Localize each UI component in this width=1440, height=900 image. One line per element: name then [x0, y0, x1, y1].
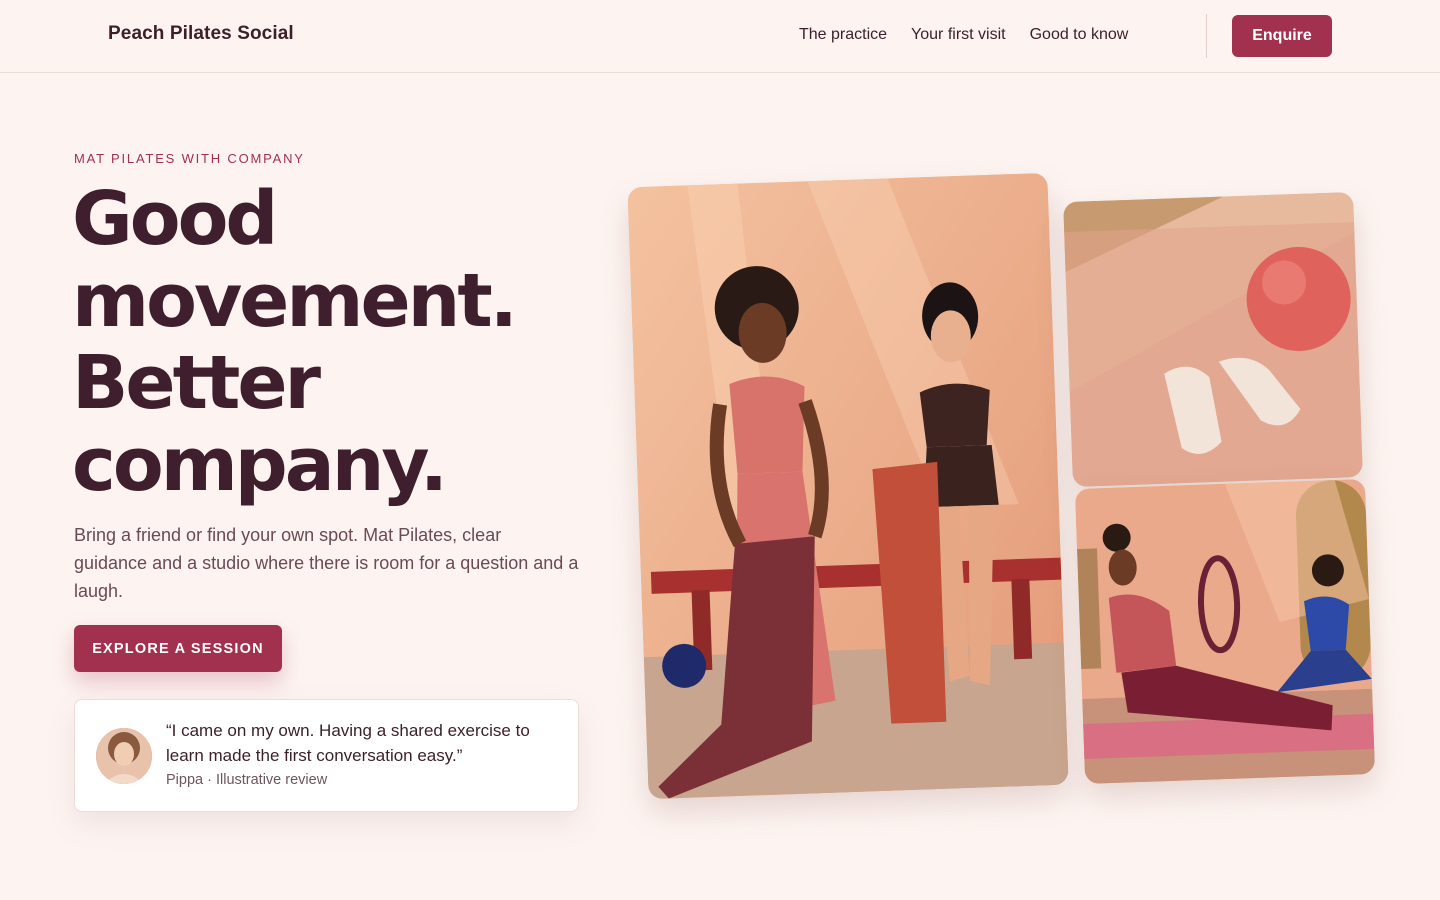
review-quote: “I came on my own. Having a shared exerc…	[166, 721, 530, 765]
explore-session-button[interactable]: EXPLORE A SESSION	[74, 625, 282, 672]
two-women-with-mats-photo	[627, 172, 1069, 800]
headline-line: movement.	[72, 258, 518, 344]
avatar	[96, 728, 152, 784]
headline-line: Better	[72, 340, 321, 426]
pilates-ball-and-socks-photo	[1063, 192, 1363, 487]
headline-line: Good	[72, 176, 278, 262]
site-header: Peach Pilates Social The practice Your f…	[0, 0, 1440, 73]
hero-headline: Good movement. Better company.	[72, 178, 592, 506]
enquire-button[interactable]: Enquire	[1232, 15, 1332, 57]
hero-subcopy: Bring a friend or find your own spot. Ma…	[74, 525, 579, 601]
pilates-ring-class-photo	[1074, 479, 1376, 784]
nav-item-the-practice[interactable]: The practice	[799, 26, 887, 44]
review-card: “I came on my own. Having a shared exerc…	[74, 699, 579, 812]
nav-divider	[1206, 14, 1207, 58]
nav-item-your-first-visit[interactable]: Your first visit	[911, 26, 1006, 44]
brand-logo[interactable]: Peach Pilates Social	[108, 23, 294, 45]
headline-line: company.	[72, 422, 448, 508]
nav-item-good-to-know[interactable]: Good to know	[1030, 26, 1129, 44]
hero-eyebrow: MAT PILATES WITH COMPANY	[74, 151, 305, 166]
review-attribution: Pippa · Illustrative review	[166, 772, 328, 788]
main-nav: The practice Your first visit Good to kn…	[799, 26, 1128, 44]
